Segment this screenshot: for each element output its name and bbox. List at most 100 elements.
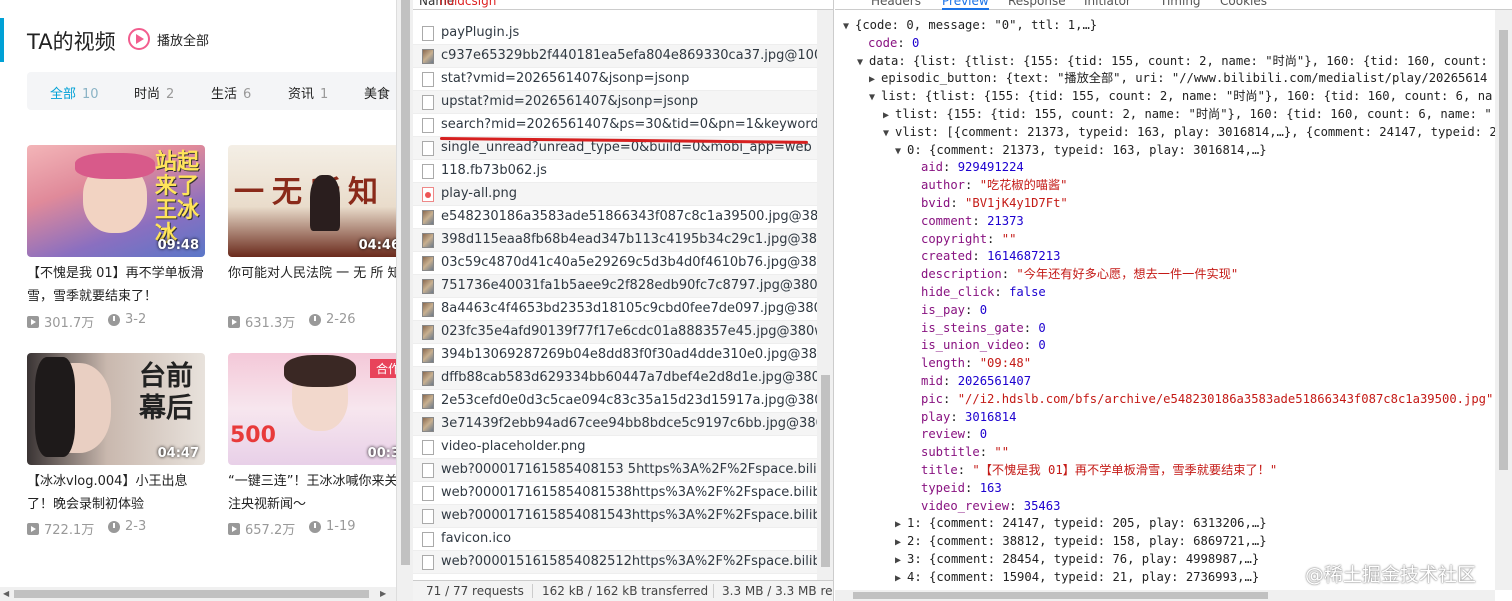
json-data-node[interactable]: ▼ data: {list: {tlist: {155: {tid: 155, c…: [857, 53, 1488, 72]
json-vlist-item[interactable]: ▶ 2: {comment: 38812, typeid: 158, play: …: [895, 533, 1267, 552]
video-thumbnail[interactable]: 台前幕后 04:47: [27, 353, 205, 465]
json-field: pic: "//i2.hdslb.com/bfs/archive/e548230…: [921, 391, 1494, 406]
request-row[interactable]: web?0000151615854082512https%3A%2F%2Fspa…: [413, 551, 833, 574]
request-name: 751736e40031fa1b5aee9c2f828edb90fc7c8797…: [441, 278, 834, 293]
request-row[interactable]: 751736e40031fa1b5aee9c2f828edb90fc7c8797…: [413, 275, 833, 298]
json-field: is_steins_gate: 0: [921, 320, 1046, 335]
request-row[interactable]: 394b13069287269b04e8dd83f0f30ad4dde310e0…: [413, 344, 833, 367]
scrollbar-thumb[interactable]: [1499, 30, 1508, 470]
request-row[interactable]: dffb88cab583d629334bb60447a7dbef4e2d8d1e…: [413, 367, 833, 390]
request-row[interactable]: web?0000171615854081538https%3A%2F%2Fspa…: [413, 482, 833, 505]
request-count: 71 / 77 requests: [426, 584, 524, 598]
video-thumbnail[interactable]: 500 合作 00:3: [228, 353, 396, 465]
request-row[interactable]: search?mid=2026561407&ps=30&tid=0&pn=1&k…: [413, 114, 833, 137]
request-row[interactable]: web?0000171615854081543https%3A%2F%2Fspa…: [413, 505, 833, 528]
request-row[interactable]: video-placeholder.png: [413, 436, 817, 459]
tab-headers[interactable]: Headers: [871, 0, 921, 8]
request-name: play-all.png: [441, 186, 518, 201]
image-file-icon: [422, 348, 434, 363]
document-icon: [422, 141, 434, 156]
json-vlist-item[interactable]: ▶ 4: {comment: 15904, typeid: 21, play: 2…: [895, 569, 1259, 588]
scrollbar-thumb[interactable]: [853, 592, 1268, 599]
video-thumbnail[interactable]: 站起来了 王冰冰 09:48: [27, 145, 205, 257]
scrollbar-thumb[interactable]: [821, 375, 830, 567]
request-row[interactable]: 2e53cefd0e0d3c5cae094c83c35a15d23d15917a…: [413, 390, 833, 413]
filter-fashion[interactable]: 时尚 2: [134, 83, 174, 102]
request-name: 023fc35e4afd90139f77f17e6cdc01a888357e45…: [441, 324, 834, 339]
request-row[interactable]: 03c59c4870d41c40a5e29269c5d3b4d0f4610b76…: [413, 252, 833, 275]
video-duration: 00:3: [367, 446, 396, 461]
watermark: @稀土掘金技术社区: [1305, 564, 1477, 586]
json-vlist-item-0[interactable]: ▼ 0: {comment: 21373, typeid: 163, play: …: [895, 142, 1267, 161]
request-row[interactable]: 8a4463c4f4653bd2353d18105c9cbd0fee7de097…: [413, 298, 833, 321]
filter-all[interactable]: 全部 10: [50, 83, 99, 102]
request-name: search?mid=2026561407&ps=30&tid=0&pn=1&k…: [441, 117, 834, 132]
json-field: length: "09:48": [921, 356, 1032, 371]
json-vlist-item[interactable]: ▶ 1: {comment: 24147, typeid: 205, play: …: [895, 515, 1267, 534]
request-row[interactable]: 398d115eaa8fb68b4ead347b113c4195b34c29c1…: [413, 229, 833, 252]
preview-horizontal-scrollbar[interactable]: [835, 590, 1495, 601]
request-row[interactable]: favicon.ico: [413, 528, 817, 551]
request-row[interactable]: 118.fb73b062.js: [413, 160, 817, 183]
bilibili-space-page: TA的视频 播放全部 全部 10 时尚 2 生活 6 资讯 1 美食 站起来了 王冰冰 …: [0, 0, 396, 601]
request-name: 398d115eaa8fb68b4ead347b113c4195b34c29c1…: [441, 232, 834, 247]
play-count-icon: [27, 315, 39, 328]
request-row[interactable]: play-all.png: [413, 183, 817, 206]
video-date: 3-2: [108, 312, 146, 327]
page-horizontal-scrollbar[interactable]: ◀ ▶: [0, 587, 396, 601]
request-name: web?0000171615854081543https%3A%2F%2Fspa…: [441, 508, 834, 523]
video-title[interactable]: 【冰冰vlog.004】小王出息了！晚会录制初体验: [27, 470, 205, 516]
video-thumbnail[interactable]: 一无所知 04:46: [228, 145, 396, 257]
request-row[interactable]: c937e65329bb2f440181ea5efa804e869330ca37…: [413, 45, 833, 68]
json-list-node[interactable]: ▼ list: {tlist: {155: {tid: 155, count: 2…: [869, 88, 1492, 107]
preview-vertical-scrollbar[interactable]: [1495, 10, 1512, 590]
request-row[interactable]: e548230186a3583ade51866343f087c8c1a39500…: [413, 206, 833, 229]
image-file-icon: [422, 394, 434, 409]
filter-news[interactable]: 资讯 1: [288, 83, 328, 102]
request-row[interactable]: web?000017161585408153 5https%3A%2F%2Fsp…: [413, 459, 833, 482]
tab-preview[interactable]: Preview: [942, 0, 989, 10]
filter-life[interactable]: 生活 6: [211, 83, 251, 102]
tab-timing[interactable]: Timing: [1160, 0, 1201, 8]
scrollbar-thumb[interactable]: [14, 590, 369, 598]
request-row[interactable]: payPlugin.js: [413, 22, 817, 45]
filter-food[interactable]: 美食: [364, 83, 390, 102]
document-icon: [422, 95, 434, 110]
clock-icon: [309, 313, 321, 326]
image-file-icon: [422, 279, 434, 294]
json-tlist-node[interactable]: ▶ tlist: {155: {tid: 155, count: 2, name:…: [883, 106, 1492, 125]
truncated-request-row[interactable]: holdcsign: [439, 0, 496, 8]
request-name: favicon.ico: [441, 531, 512, 546]
video-title[interactable]: “一键三连”！王冰冰喊你来关注央视新闻～: [228, 470, 396, 516]
clock-icon: [108, 313, 120, 326]
network-summary-bar: 71 / 77 requests 162 kB / 162 kB transfe…: [413, 580, 833, 601]
video-title[interactable]: 【不愧是我 01】再不学单板滑雪，雪季就要结束了！: [27, 262, 205, 308]
detail-tabs: Headers Preview Response Initiator Timin…: [835, 0, 1512, 10]
json-vlist-item[interactable]: ▶ 3: {comment: 28454, typeid: 76, play: 4…: [895, 551, 1259, 570]
scrollbar-thumb[interactable]: [401, 0, 410, 565]
tab-response[interactable]: Response: [1008, 0, 1066, 8]
request-row[interactable]: upstat?mid=2026561407&jsonp=jsonp: [413, 91, 817, 114]
page-vertical-scrollbar[interactable]: [396, 0, 413, 601]
request-name: 118.fb73b062.js: [441, 163, 547, 178]
request-row[interactable]: 3e71439f2ebb94ad67cee94bb8bdce5c9197c6bb…: [413, 413, 833, 436]
json-field: hide_click: false: [921, 285, 1046, 299]
json-root-node[interactable]: ▼ {code: 0, message: "0", ttl: 1,…}: [843, 17, 1097, 36]
image-file-icon: [422, 49, 434, 64]
tab-initiator[interactable]: Initiator: [1084, 0, 1131, 8]
json-episodic-button-node[interactable]: ▶ episodic_button: {text: "播放全部", uri: "/…: [869, 70, 1487, 89]
tab-cookies[interactable]: Cookies: [1220, 0, 1267, 8]
response-preview-panel: Headers Preview Response Initiator Timin…: [835, 0, 1512, 601]
request-row[interactable]: stat?vmid=2026561407&jsonp=jsonp: [413, 68, 817, 91]
json-vlist-node[interactable]: ▼ vlist: [{comment: 21373, typeid: 163, p…: [883, 124, 1497, 143]
scroll-left-icon[interactable]: ◀: [3, 589, 9, 598]
play-all-button[interactable]: 播放全部: [128, 28, 209, 50]
request-row[interactable]: 023fc35e4afd90139f77f17e6cdc01a888357e45…: [413, 321, 833, 344]
network-list-scrollbar[interactable]: [817, 10, 833, 580]
document-icon: [422, 118, 434, 133]
image-file-icon: [422, 256, 434, 271]
scroll-right-icon[interactable]: ▶: [380, 589, 386, 598]
image-file-icon: [422, 302, 434, 317]
video-title[interactable]: 你可能对人民法院 一 无 所 知: [228, 262, 396, 285]
json-field: mid: 2026561407: [921, 374, 1032, 388]
